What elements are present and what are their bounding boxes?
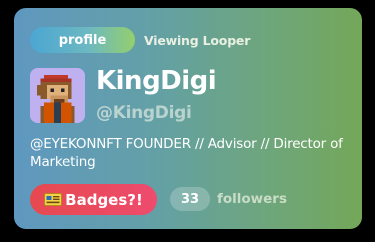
viewing-label: Viewing Looper [144,32,251,48]
user-handle: @KingDigi [96,103,192,123]
followers-count: 33 [170,187,210,211]
followers-stat[interactable]: 33 followers [170,187,287,211]
display-name: KingDigi [96,66,217,96]
card-header: profile Viewing Looper [30,27,250,53]
profile-bio: @EYEKONNFT FOUNDER // Advisor // Directo… [30,136,343,170]
ticket-badge-icon [44,193,63,206]
avatar[interactable] [30,68,85,123]
tab-profile[interactable]: profile [30,27,135,53]
profile-card: profile Viewing Looper KingDigi @KingDig… [14,8,362,229]
pixel-ape-avatar-icon [30,68,85,123]
badges-button[interactable]: Badges?! [30,184,157,215]
badges-button-label: Badges?! [65,190,143,209]
followers-label: followers [217,191,287,207]
